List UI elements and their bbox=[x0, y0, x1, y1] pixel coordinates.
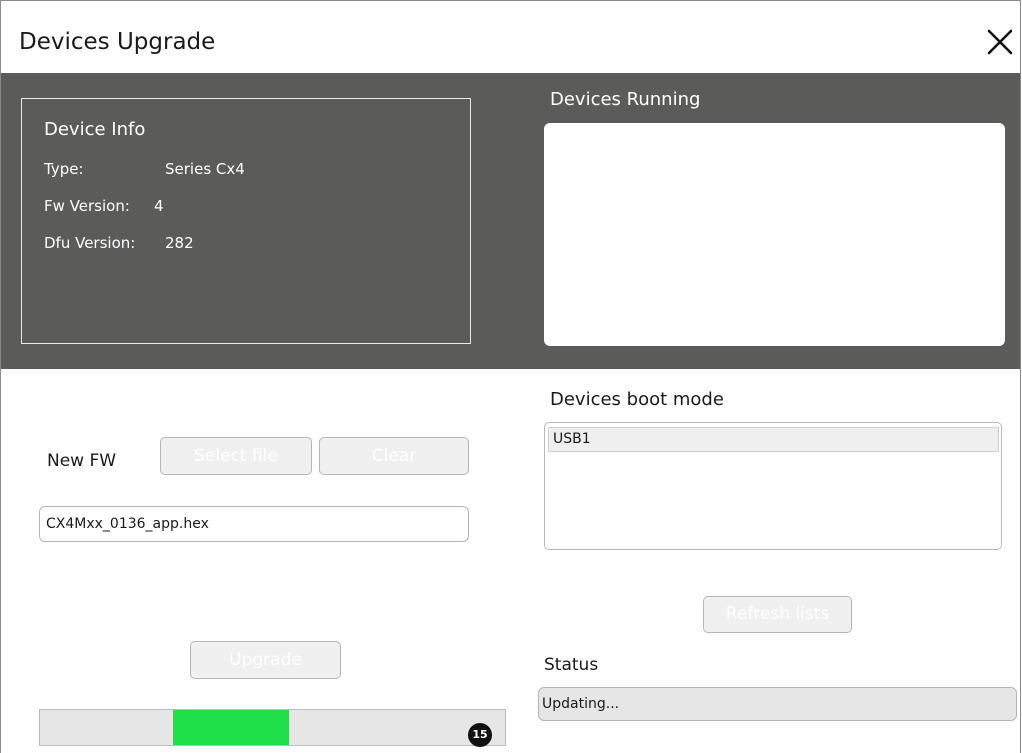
window-title: Devices Upgrade bbox=[19, 29, 216, 55]
firmware-file-field[interactable] bbox=[39, 506, 469, 542]
progress-fill bbox=[173, 710, 289, 745]
devices-boot-mode-heading: Devices boot mode bbox=[550, 389, 724, 410]
title-bar: Devices Upgrade bbox=[1, 1, 1020, 73]
device-info-heading: Device Info bbox=[44, 119, 146, 140]
status-field: Updating... bbox=[538, 687, 1017, 721]
devices-upgrade-window: Devices Upgrade Device Info Type: Series… bbox=[0, 0, 1021, 753]
status-heading: Status bbox=[544, 655, 599, 675]
dfu-version-value: 282 bbox=[165, 234, 194, 252]
list-item[interactable]: USB1 bbox=[548, 427, 999, 452]
devices-boot-mode-list[interactable]: USB1 bbox=[544, 422, 1002, 550]
fw-version-label: Fw Version: bbox=[44, 197, 130, 215]
device-status-panel: Device Info Type: Series Cx4 Fw Version:… bbox=[1, 73, 1020, 369]
devices-running-heading: Devices Running bbox=[550, 89, 701, 110]
devices-running-list[interactable] bbox=[544, 123, 1005, 346]
upgrade-progress-bar bbox=[39, 709, 506, 746]
close-icon bbox=[985, 27, 1015, 57]
device-type-value: Series Cx4 bbox=[165, 160, 245, 178]
step-badge: 15 bbox=[468, 723, 492, 747]
refresh-lists-button[interactable]: Refresh lists bbox=[703, 596, 852, 633]
new-fw-label: New FW bbox=[47, 451, 117, 471]
upgrade-button[interactable]: Upgrade bbox=[190, 641, 341, 679]
device-type-label: Type: bbox=[44, 160, 84, 178]
dfu-version-label: Dfu Version: bbox=[44, 234, 136, 252]
select-file-button[interactable]: Select file bbox=[160, 437, 312, 475]
clear-button[interactable]: Clear bbox=[319, 437, 469, 475]
fw-version-value: 4 bbox=[154, 197, 164, 215]
close-button[interactable] bbox=[985, 27, 1015, 57]
